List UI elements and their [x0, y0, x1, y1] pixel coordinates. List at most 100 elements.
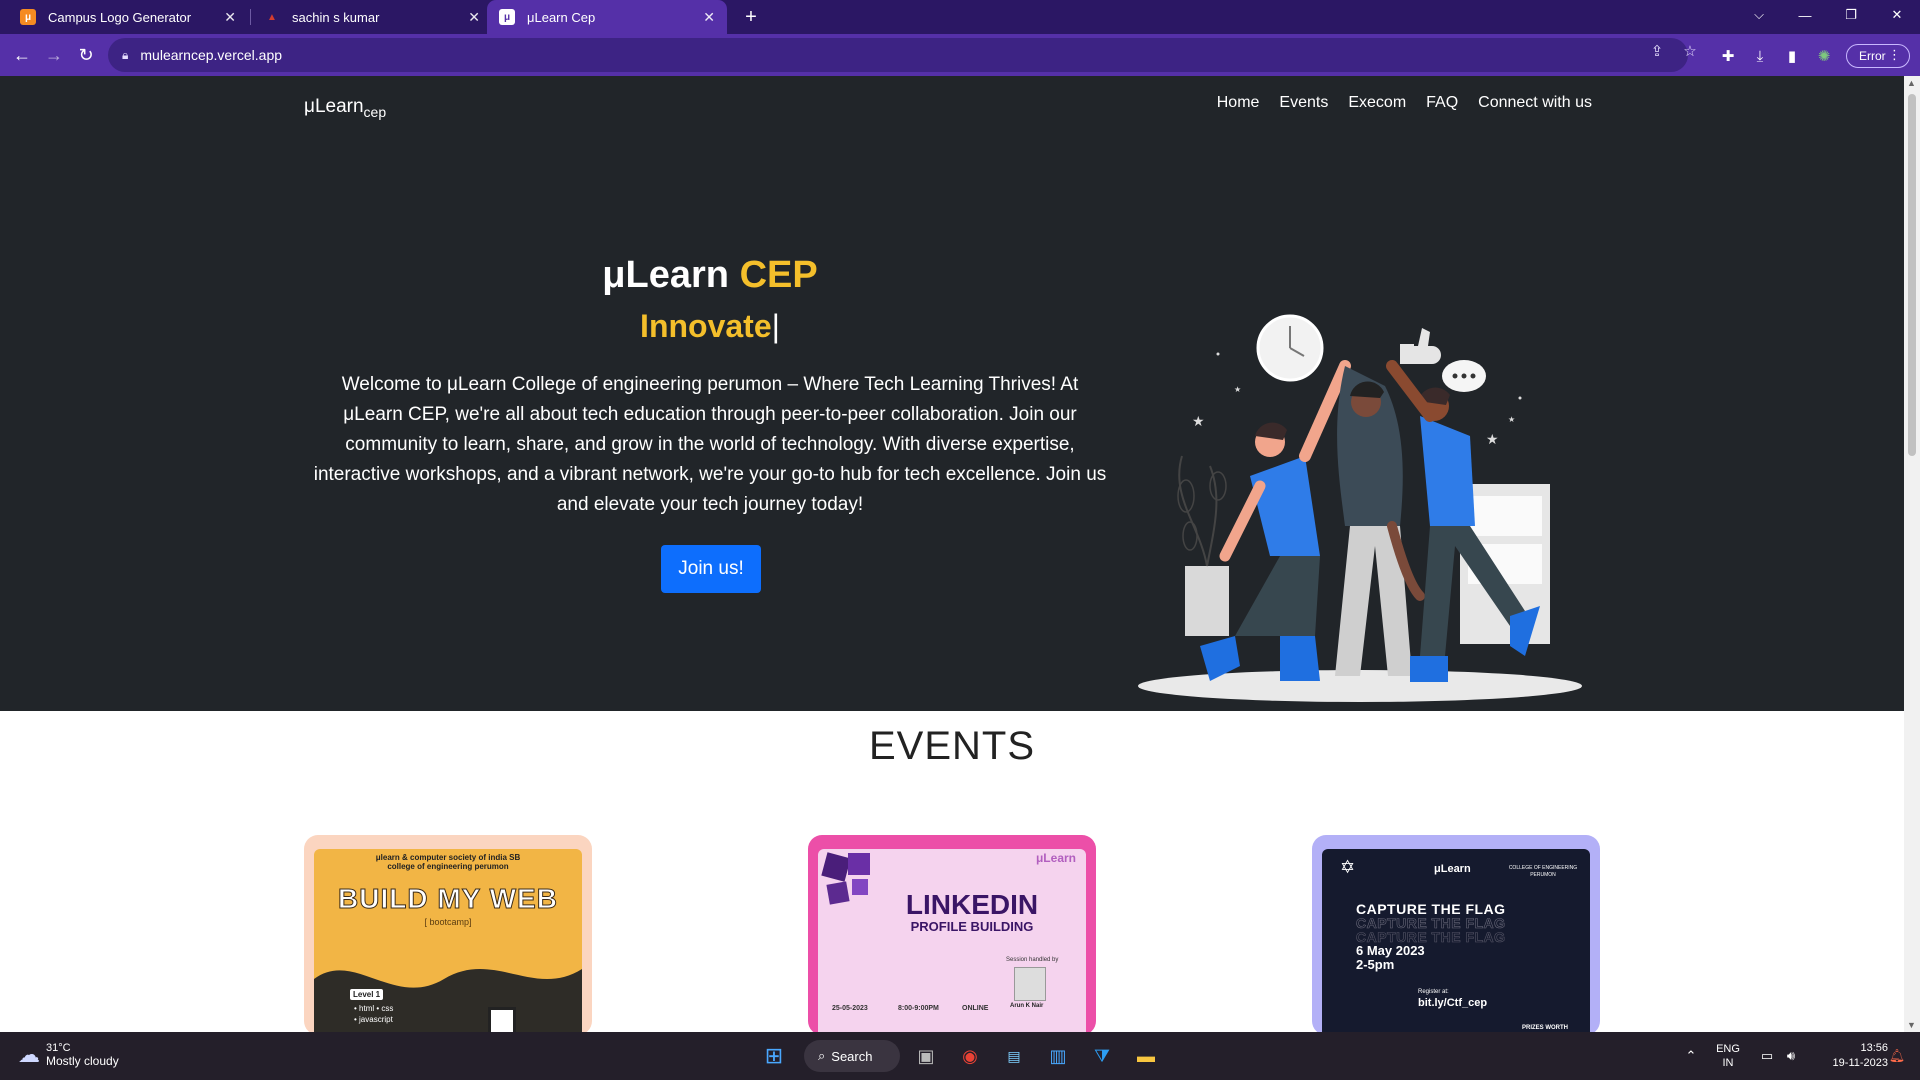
- tab-campus-logo-generator[interactable]: μ Campus Logo Generator ✕: [8, 0, 248, 34]
- poster-brand: μLearn: [1434, 863, 1471, 875]
- hero-description: Welcome to μLearn College of engineering…: [313, 374, 1107, 515]
- clock-date: 19-11-2023: [1832, 1057, 1888, 1069]
- language-indicator[interactable]: ENG IN: [1710, 1032, 1746, 1080]
- back-icon[interactable]: ←: [8, 41, 36, 69]
- page-scrollbar[interactable]: ▲ ▼: [1904, 76, 1920, 1032]
- join-us-button[interactable]: Join us!: [661, 545, 761, 593]
- extensions-icon[interactable]: ✚: [1717, 45, 1739, 67]
- poster-date: 25-05-2023: [832, 1005, 868, 1012]
- notepad-icon[interactable]: ▥: [1042, 1040, 1074, 1072]
- close-tab-icon[interactable]: ✕: [224, 9, 236, 26]
- reload-icon[interactable]: ↻: [72, 41, 100, 69]
- file-explorer-icon[interactable]: ▬: [1130, 1040, 1162, 1072]
- site-brand[interactable]: μLearncep: [304, 96, 386, 120]
- site-nav: Home Events Execom FAQ Connect with us: [1217, 94, 1592, 112]
- high-five-illustration: ★ ★ ★ ★: [1138, 314, 1582, 702]
- typed-word: Innovate: [640, 308, 772, 344]
- poster-item: • javascript: [354, 1015, 393, 1024]
- search-label: Search: [831, 1048, 873, 1064]
- nav-home[interactable]: Home: [1217, 94, 1260, 112]
- hero-title-main: μLearn: [602, 254, 740, 296]
- tab-title: sachin s kumar: [292, 9, 380, 25]
- event-poster: μlearn & computer society of india SB co…: [314, 849, 582, 1032]
- event-card-linkedin[interactable]: μLearn LINKEDIN PROFILE BUILDING Session…: [808, 835, 1096, 1032]
- avatar[interactable]: ✺: [1813, 45, 1835, 67]
- poster-mode: ONLINE: [962, 1005, 989, 1012]
- forward-icon[interactable]: →: [40, 41, 68, 69]
- speaker-photo: [1014, 967, 1046, 1001]
- event-card-build-my-web[interactable]: μlearn & computer society of india SB co…: [304, 835, 592, 1032]
- poster-title: BUILD MY WEB: [338, 883, 558, 915]
- download-icon[interactable]: ⤓: [1749, 45, 1771, 67]
- weather-widget[interactable]: ☁ 31°C Mostly cloudy: [18, 1042, 119, 1068]
- new-tab-icon[interactable]: +: [738, 4, 764, 30]
- event-card-ctf[interactable]: ✡ μLearn COLLEGE OF ENGINEERING PERUMON …: [1312, 835, 1600, 1032]
- nav-execom[interactable]: Execom: [1348, 94, 1406, 112]
- restore-icon[interactable]: ❐: [1828, 0, 1874, 30]
- start-menu-icon[interactable]: ⊞: [758, 1040, 790, 1072]
- profile-error-label: Error: [1859, 49, 1886, 63]
- bookmark-star-icon[interactable]: ☆: [1679, 40, 1701, 62]
- tab-title: Campus Logo Generator: [48, 9, 192, 25]
- svg-text:★: ★: [1192, 413, 1205, 429]
- mulearn-favicon-icon: μ: [499, 9, 515, 25]
- poster-college: COLLEGE OF ENGINEERING PERUMON: [1508, 865, 1578, 878]
- chrome-icon[interactable]: ◉: [954, 1040, 986, 1072]
- notification-bell-icon[interactable]: 🔔︎: [1886, 1032, 1908, 1080]
- poster-item: • html • css: [354, 1004, 394, 1013]
- poster-subtitle: [ bootcamp]: [424, 917, 472, 927]
- event-poster: μLearn LINKEDIN PROFILE BUILDING Session…: [818, 849, 1086, 1032]
- qr-code-icon: [488, 1007, 516, 1032]
- page-viewport: μLearncep Home Events Execom FAQ Connect…: [0, 76, 1904, 1032]
- menu-dots-icon[interactable]: ⋮: [1888, 47, 1901, 63]
- weather-temp: 31°C: [46, 1042, 71, 1054]
- clock[interactable]: 13:56 19-11-2023: [1808, 1032, 1888, 1080]
- hero-section: μLearncep Home Events Execom FAQ Connect…: [0, 76, 1904, 711]
- svg-text:★: ★: [1234, 385, 1241, 394]
- poster-brand: μLearn: [1035, 851, 1076, 865]
- poster-session: Session handled by: [1006, 957, 1059, 963]
- ism-app-icon[interactable]: ▤: [998, 1040, 1030, 1072]
- show-hidden-icons-icon[interactable]: ⌃: [1680, 1032, 1702, 1080]
- scroll-up-icon[interactable]: ▲: [1907, 78, 1916, 88]
- nav-events[interactable]: Events: [1279, 94, 1328, 112]
- close-tab-icon[interactable]: ✕: [468, 9, 480, 26]
- poster-date: 6 May 2023: [1356, 943, 1425, 958]
- tab-strip: μ Campus Logo Generator ✕ ▲ sachin s kum…: [0, 0, 1920, 34]
- profile-favicon-icon: ▲: [267, 11, 277, 23]
- minimize-icon[interactable]: —: [1782, 0, 1828, 30]
- hero-title-accent: CEP: [739, 254, 818, 296]
- tab-sachin-s-kumar[interactable]: ▲ sachin s kumar ✕: [252, 0, 492, 34]
- scrollbar-thumb[interactable]: [1908, 94, 1916, 456]
- network-icon[interactable]: ▭: [1756, 1032, 1778, 1080]
- events-heading: EVENTS: [868, 724, 1036, 768]
- poster-subtitle: PROFILE BUILDING: [910, 919, 1034, 934]
- side-panel-icon[interactable]: ▮: [1781, 45, 1803, 67]
- scroll-down-icon[interactable]: ▼: [1907, 1020, 1916, 1030]
- poster-register: Register at:: [1418, 989, 1449, 995]
- volume-icon[interactable]: 🔊︎: [1780, 1032, 1802, 1080]
- brand-name: μLearn: [304, 96, 364, 117]
- taskbar-search[interactable]: ⌕ Search: [804, 1040, 900, 1072]
- address-bar[interactable]: 🔒︎ mulearncep.vercel.app: [108, 38, 1688, 72]
- nav-faq[interactable]: FAQ: [1426, 94, 1458, 112]
- close-tab-icon[interactable]: ✕: [703, 9, 715, 26]
- task-view-icon[interactable]: ▣: [910, 1040, 942, 1072]
- poster-header-2: college of engineering perumon: [387, 862, 509, 871]
- close-window-icon[interactable]: ✕: [1874, 0, 1920, 30]
- hero-title: μLearn CEP: [310, 254, 1110, 297]
- event-poster: ✡ μLearn COLLEGE OF ENGINEERING PERUMON …: [1322, 849, 1590, 1032]
- poster-speaker: Arun K Nair: [1010, 1003, 1044, 1009]
- region-code: IN: [1722, 1057, 1734, 1069]
- tab-mulearn-cep[interactable]: μ μLearn Cep ✕: [487, 0, 727, 34]
- url-text: mulearncep.vercel.app: [140, 47, 283, 63]
- tab-search-icon[interactable]: ⌵: [1736, 0, 1782, 30]
- lock-icon[interactable]: 🔒︎: [122, 48, 128, 63]
- typing-caret: |: [771, 308, 780, 344]
- share-icon[interactable]: ⇪: [1646, 40, 1668, 62]
- profile-error-button[interactable]: Error ⋮: [1846, 44, 1910, 68]
- nav-connect[interactable]: Connect with us: [1478, 94, 1592, 112]
- vscode-icon[interactable]: ⧩: [1086, 1040, 1118, 1072]
- poster-time: 2-5pm: [1356, 957, 1395, 972]
- star-logo-icon: ✡: [1340, 857, 1356, 877]
